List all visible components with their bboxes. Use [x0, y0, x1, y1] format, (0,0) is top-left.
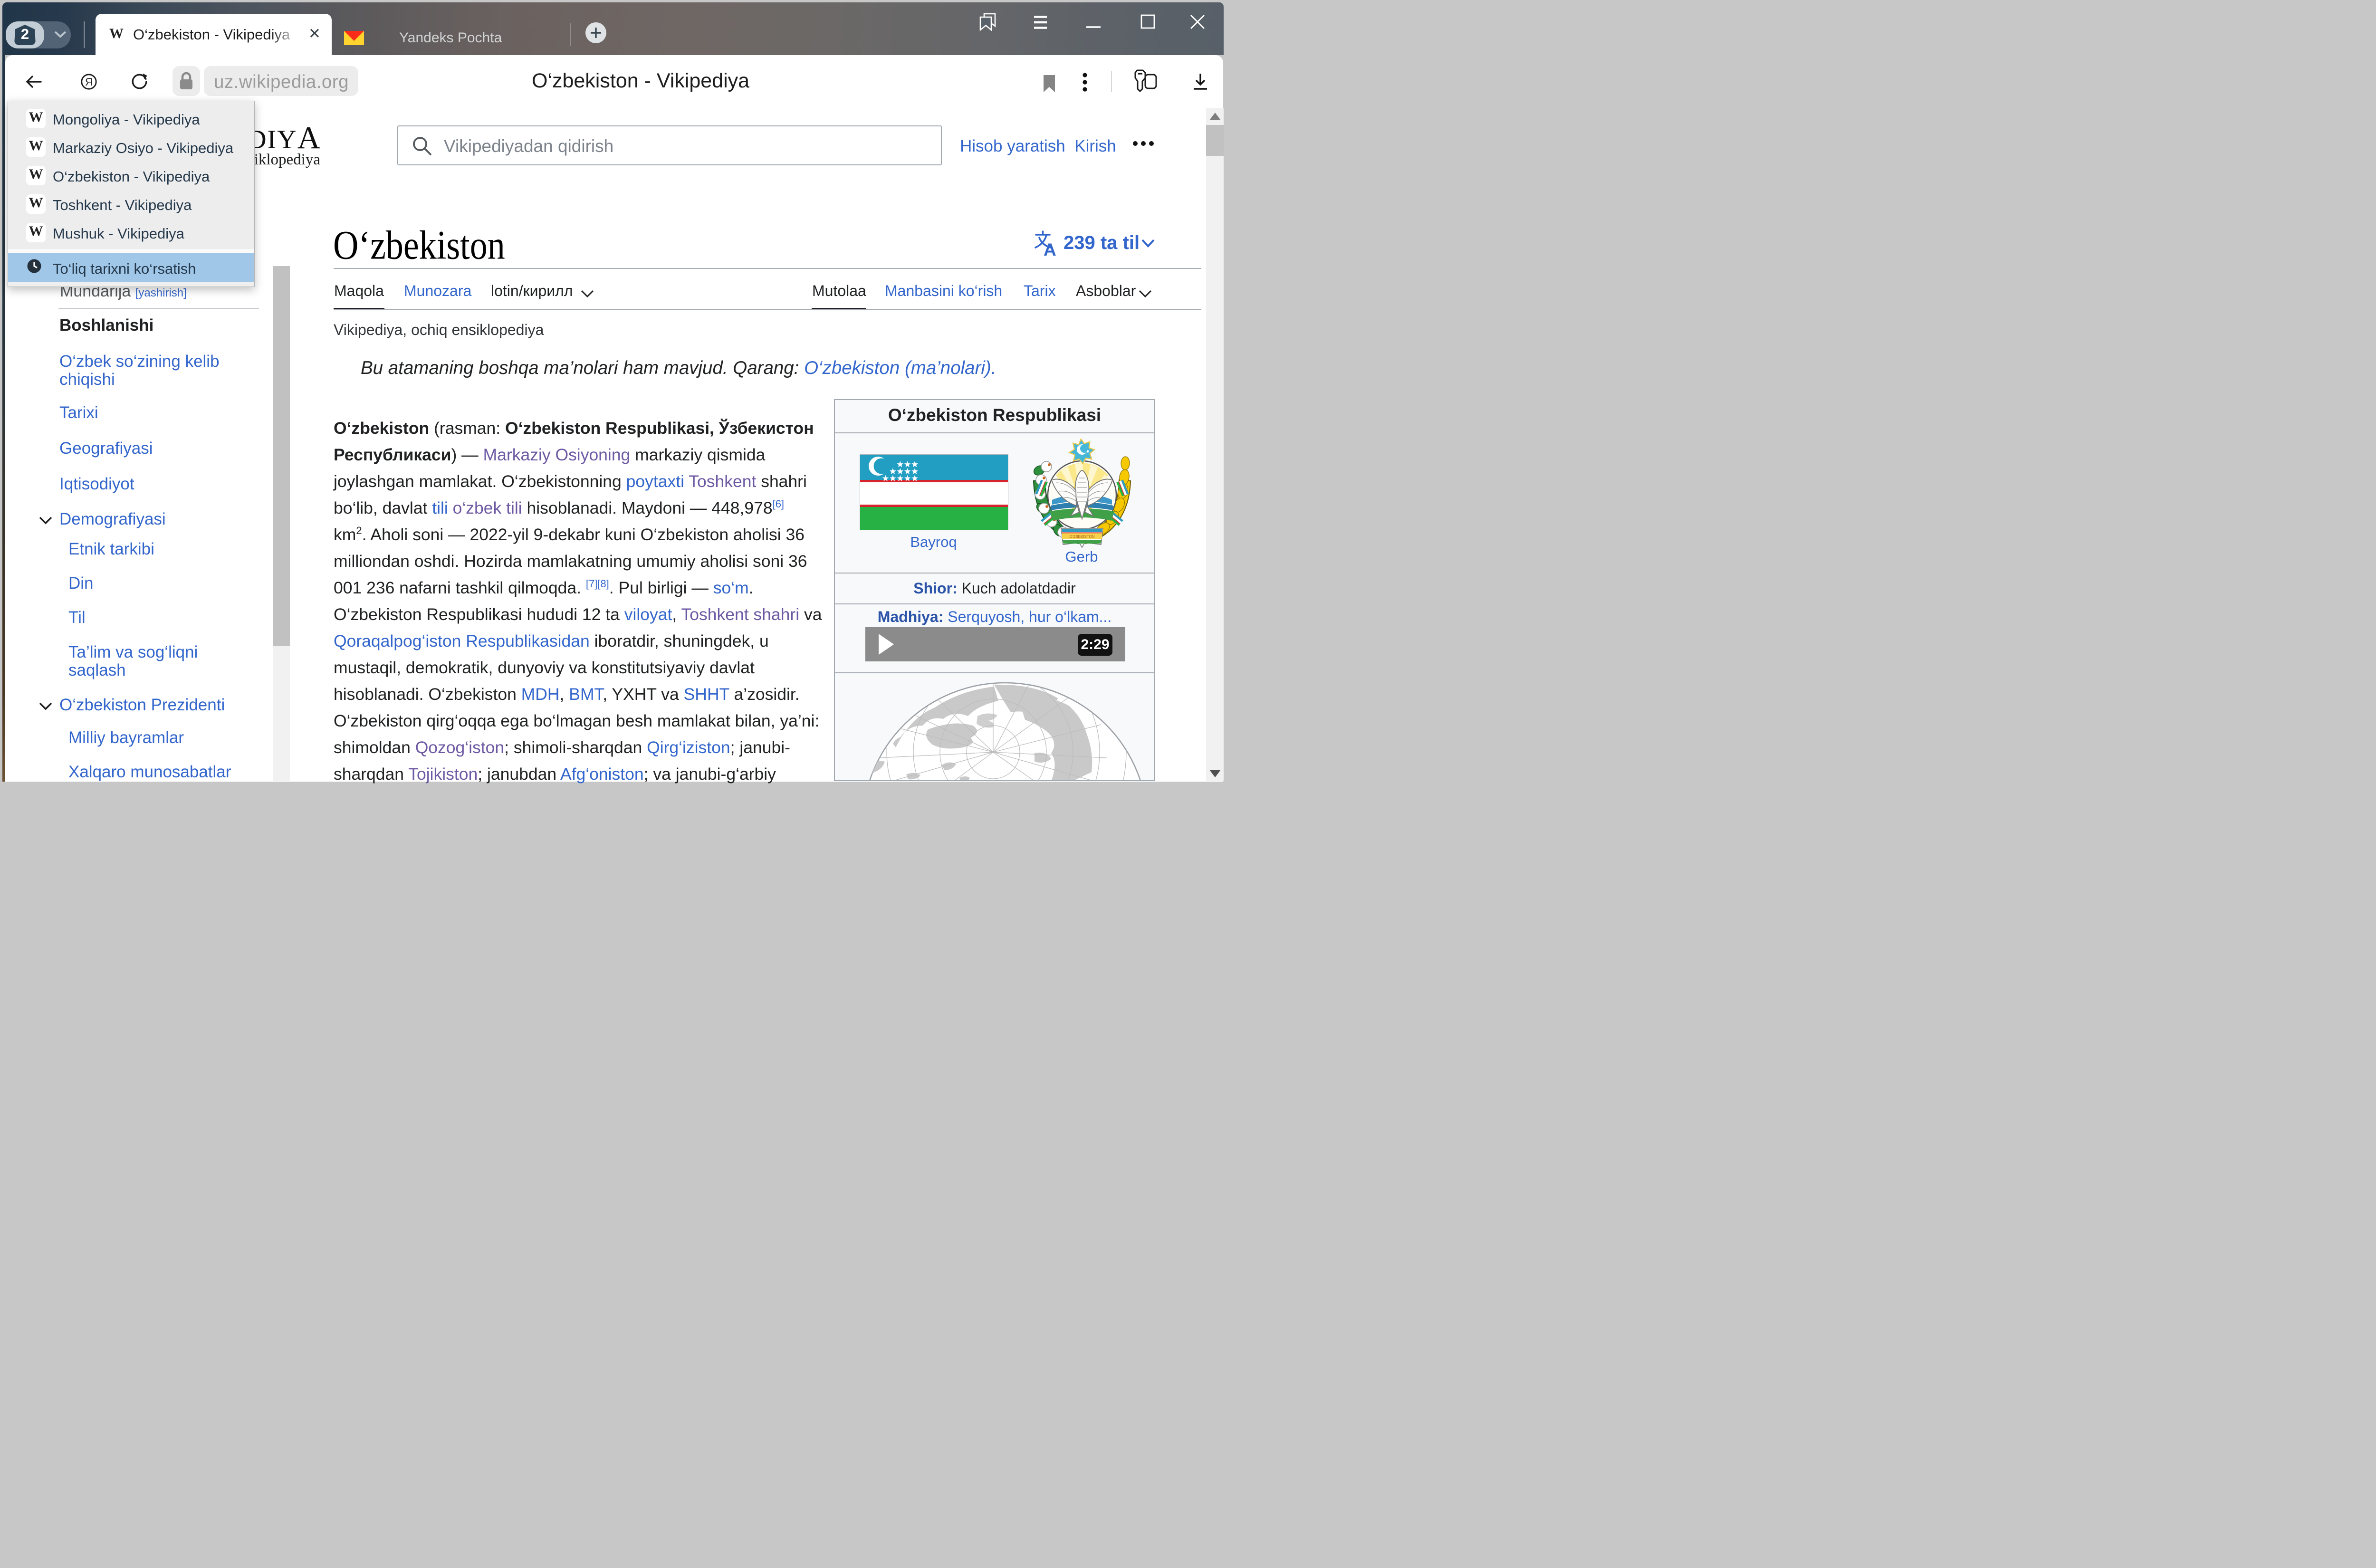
svg-text:A: A	[1044, 240, 1056, 257]
svg-text:O‘ZBEKISTON: O‘ZBEKISTON	[1069, 535, 1094, 539]
svg-text:Я: Я	[85, 76, 93, 88]
